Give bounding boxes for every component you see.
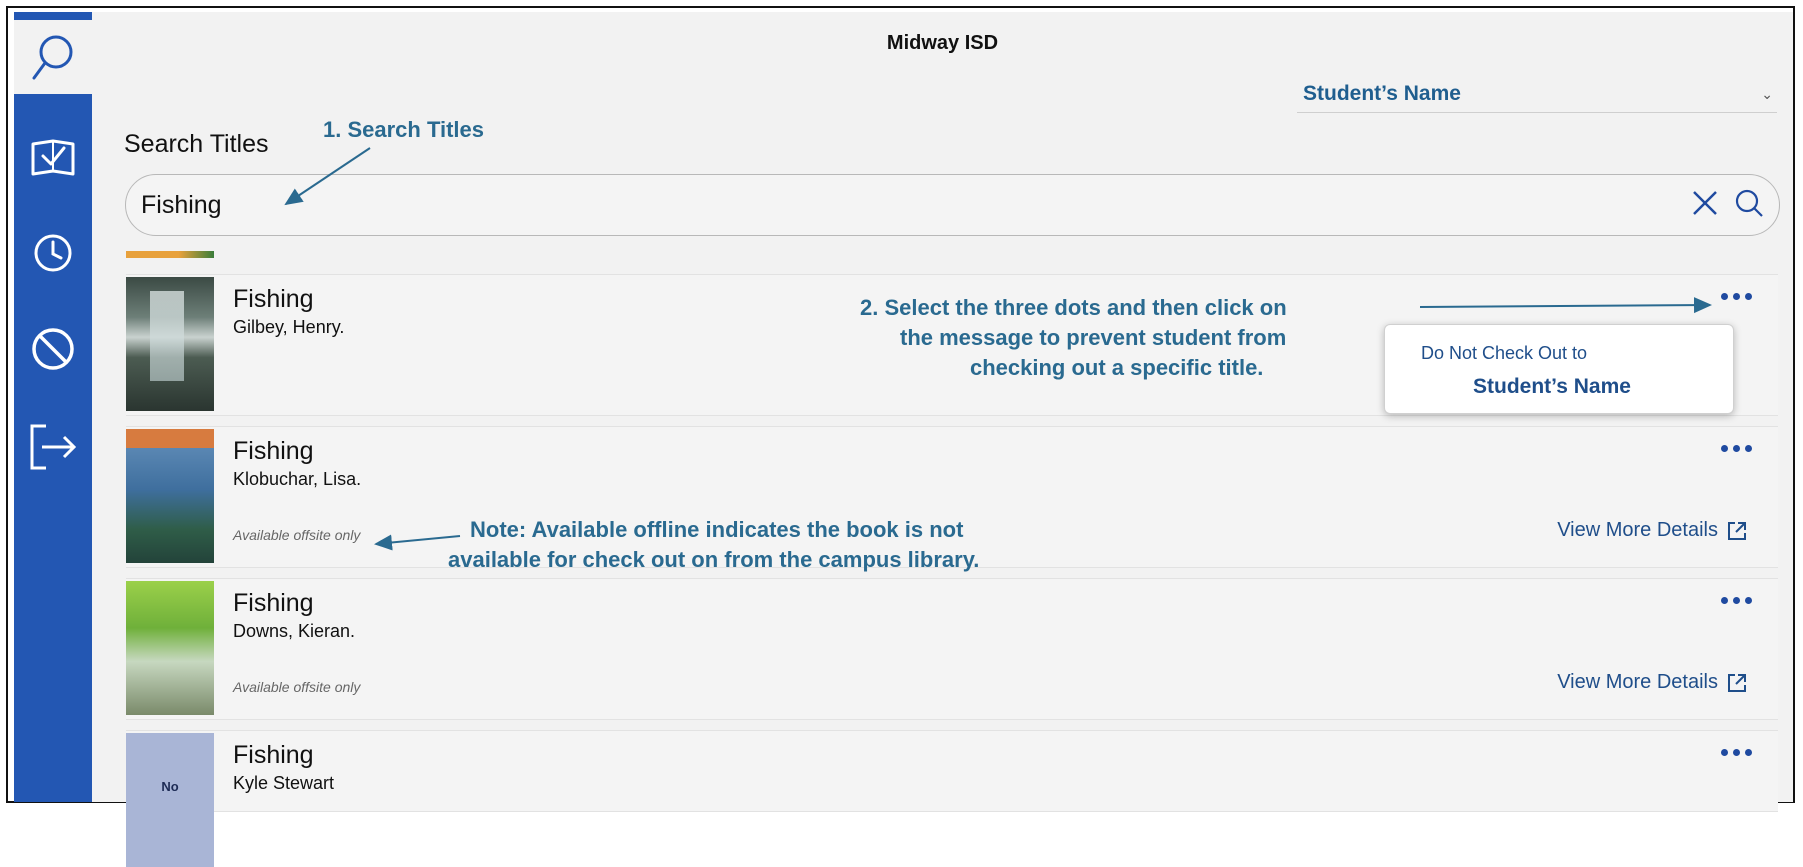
arrow-step2 [1419,297,1712,314]
arrow-note [374,534,461,551]
arrow-step1 [284,147,371,206]
annotation-arrows [284,147,1712,551]
